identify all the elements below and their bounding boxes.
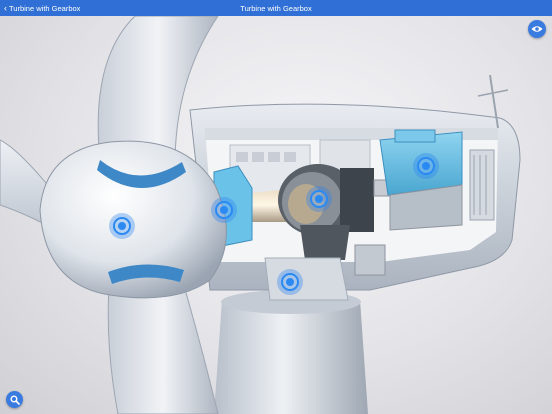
cabinet-panel	[284, 152, 296, 162]
view-toggle-button[interactable]	[528, 20, 546, 38]
cabinet-panel	[252, 152, 264, 162]
gearbox-housing	[340, 168, 374, 232]
search-icon	[10, 395, 20, 405]
hotspot-main-bearing[interactable]	[211, 197, 237, 223]
navigation-bar: ‹ Turbine with Gearbox Turbine with Gear…	[0, 0, 552, 16]
chevron-left-icon: ‹	[4, 3, 7, 13]
zoom-button[interactable]	[6, 391, 23, 408]
turbine-3d-view[interactable]	[0, 16, 552, 414]
tower	[214, 300, 368, 414]
cabinet-panel	[236, 152, 248, 162]
cabinet-panel	[268, 152, 280, 162]
page-title: Turbine with Gearbox	[240, 3, 312, 13]
hotspot-hub[interactable]	[109, 213, 135, 239]
back-button[interactable]: ‹ Turbine with Gearbox	[4, 0, 80, 16]
gearbox-support	[300, 225, 350, 260]
eye-icon	[531, 26, 543, 32]
hotspot-gearbox[interactable]	[306, 186, 332, 212]
hotspot-generator[interactable]	[413, 153, 439, 179]
back-button-label: Turbine with Gearbox	[9, 3, 81, 13]
hotspot-yaw-system[interactable]	[277, 269, 303, 295]
yaw-drive	[354, 244, 386, 276]
